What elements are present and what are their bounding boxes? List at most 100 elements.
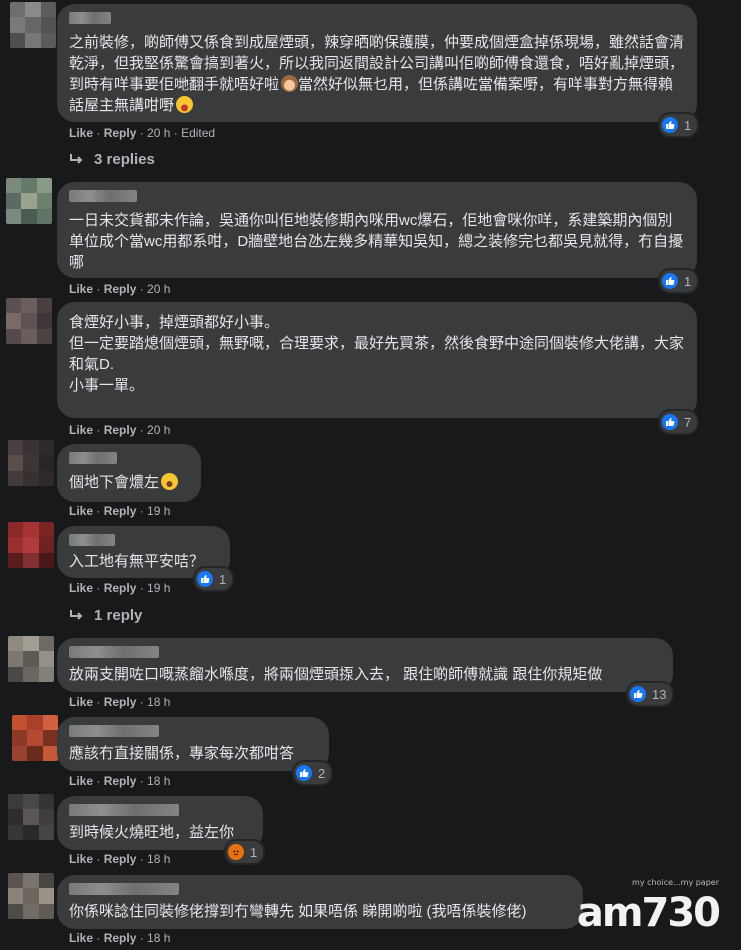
avatar[interactable] <box>8 794 54 840</box>
edited-label: Edited <box>181 126 216 140</box>
avatar[interactable] <box>6 298 52 344</box>
comment-text: 食煙好小事，掉煙頭都好小事。 但一定要踏熄個煙頭，無野嘅，合理要求，最好先買茶，… <box>69 314 685 394</box>
comment-actions: Like · Reply · 18 h <box>69 931 171 945</box>
replies-label: 3 replies <box>94 151 155 168</box>
author-name[interactable] <box>69 190 137 202</box>
reply-link[interactable]: Reply <box>104 504 137 518</box>
like-link[interactable]: Like <box>69 695 93 709</box>
timestamp[interactable]: 18 h <box>147 931 170 945</box>
view-replies-link[interactable]: 1 reply <box>70 607 142 624</box>
like-link[interactable]: Like <box>69 931 93 945</box>
reply-arrow-icon <box>70 609 83 620</box>
comment-text: 個地下會燶左 <box>69 472 189 493</box>
comment-bubble: 一日未交貨都未作論，吳通你叫佢地裝修期內咪用wc爆石，佢地會咪你咩，系建築期內個… <box>57 182 697 278</box>
reply-link[interactable]: Reply <box>104 774 137 788</box>
like-link[interactable]: Like <box>69 774 93 788</box>
comment-actions: Like · Reply · 18 h <box>69 695 171 709</box>
grin-emoji-icon <box>176 96 194 113</box>
like-link[interactable]: Like <box>69 423 93 437</box>
comment-text: 一日未交貨都未作論，吳通你叫佢地裝修期內咪用wc爆石，佢地會咪你咩，系建築期內個… <box>69 212 684 271</box>
angry-reaction-icon <box>228 844 244 860</box>
author-name[interactable] <box>69 804 179 816</box>
replies-label: 1 reply <box>94 607 143 624</box>
reaction-badge[interactable]: 7 <box>660 411 698 433</box>
comment-bubble: 放兩支開咗口嘅蒸餾水喺度，將兩個煙頭揼入去， 跟住啲師傅就識 跟住你規矩做 <box>57 638 673 692</box>
timestamp[interactable]: 20 h <box>147 423 170 437</box>
author-name[interactable] <box>69 452 117 464</box>
timestamp[interactable]: 18 h <box>147 852 170 866</box>
avatar[interactable] <box>12 715 58 761</box>
like-reaction-icon <box>662 117 678 133</box>
like-link[interactable]: Like <box>69 504 93 518</box>
like-reaction-icon <box>630 686 646 702</box>
reaction-badge[interactable]: 1 <box>195 568 233 590</box>
avatar[interactable] <box>10 2 56 48</box>
logo-brand: am730 <box>576 890 721 936</box>
comment-text: 到時候火燒旺地，益左你 <box>69 824 235 841</box>
reply-link[interactable]: Reply <box>104 931 137 945</box>
reaction-count: 1 <box>250 844 258 860</box>
comment-actions: Like · Reply · 20 h · Edited <box>69 126 216 140</box>
timestamp[interactable]: 20 h <box>147 126 170 140</box>
laugh-emoji-icon <box>161 473 179 490</box>
reply-link[interactable]: Reply <box>104 126 137 140</box>
comment-bubble: 應該冇直接關係，專家每次都咁答 <box>57 717 329 771</box>
reply-arrow-icon <box>70 153 83 164</box>
avatar[interactable] <box>6 178 52 224</box>
avatar[interactable] <box>8 873 54 919</box>
monkey-emoji-icon <box>281 75 299 92</box>
like-link[interactable]: Like <box>69 852 93 866</box>
timestamp[interactable]: 19 h <box>147 581 170 595</box>
reaction-badge[interactable]: 2 <box>294 762 332 784</box>
reply-link[interactable]: Reply <box>104 852 137 866</box>
comment-actions: Like · Reply · 19 h <box>69 504 171 518</box>
comment-text: 入工地有無平安咭？ <box>69 553 205 570</box>
comment-text: 之前裝修，啲師傅又係食到成屋煙頭，辣穿晒啲保護膜，仲要成個煙盒掉係現場，雖然話會… <box>69 34 685 114</box>
reaction-badge[interactable]: 1 <box>660 270 698 292</box>
comment-actions: Like · Reply · 20 h <box>69 282 171 296</box>
reply-link[interactable]: Reply <box>104 695 137 709</box>
author-name[interactable] <box>69 646 159 658</box>
comment-bubble: 之前裝修，啲師傅又係食到成屋煙頭，辣穿晒啲保護膜，仲要成個煙盒掉係現場，雖然話會… <box>57 4 697 122</box>
comment-bubble: 你係咪諗住同裝修佬撐到冇彎轉先 如果唔係 睇開啲啦 (我唔係裝修佬) <box>57 875 583 929</box>
view-replies-link[interactable]: 3 replies <box>70 151 155 168</box>
comment-text: 應該冇直接關係，專家每次都咁答 <box>69 745 295 762</box>
timestamp[interactable]: 18 h <box>147 695 170 709</box>
reaction-count: 7 <box>684 414 692 430</box>
reply-link[interactable]: Reply <box>104 282 137 296</box>
timestamp[interactable]: 20 h <box>147 282 170 296</box>
like-reaction-icon <box>662 273 678 289</box>
like-link[interactable]: Like <box>69 282 93 296</box>
author-name[interactable] <box>69 883 179 895</box>
author-name[interactable] <box>69 534 115 546</box>
like-reaction-icon <box>662 414 678 430</box>
comment-actions: Like · Reply · 19 h <box>69 581 171 595</box>
reaction-badge[interactable]: 1 <box>226 841 264 863</box>
reaction-count: 2 <box>318 765 326 781</box>
comment-actions: Like · Reply · 18 h <box>69 852 171 866</box>
comment-bubble: 食煙好小事，掉煙頭都好小事。 但一定要踏熄個煙頭，無野嘅，合理要求，最好先買茶，… <box>57 302 697 418</box>
comment-bubble: 個地下會燶左 <box>57 444 201 502</box>
reply-link[interactable]: Reply <box>104 581 137 595</box>
comment-text: 你係咪諗住同裝修佬撐到冇彎轉先 如果唔係 睇開啲啦 (我唔係裝修佬) <box>69 903 527 920</box>
logo-tagline: my choice...my paper <box>632 878 719 887</box>
author-name[interactable] <box>69 725 159 737</box>
comment-actions: Like · Reply · 20 h <box>69 423 171 437</box>
comment-actions: Like · Reply · 18 h <box>69 774 171 788</box>
like-reaction-icon <box>197 571 213 587</box>
like-link[interactable]: Like <box>69 581 93 595</box>
reaction-badge[interactable]: 1 <box>660 114 698 136</box>
avatar[interactable] <box>8 636 54 682</box>
timestamp[interactable]: 19 h <box>147 504 170 518</box>
am730-logo: my choice...my paper am730 <box>576 878 721 936</box>
comment-text: 放兩支開咗口嘅蒸餾水喺度，將兩個煙頭揼入去， 跟住啲師傅就識 跟住你規矩做 <box>69 666 603 683</box>
reaction-count: 1 <box>219 571 227 587</box>
like-link[interactable]: Like <box>69 126 93 140</box>
reaction-badge[interactable]: 13 <box>628 683 673 705</box>
timestamp[interactable]: 18 h <box>147 774 170 788</box>
reaction-count: 1 <box>684 273 692 289</box>
avatar[interactable] <box>8 522 54 568</box>
reply-link[interactable]: Reply <box>104 423 137 437</box>
avatar[interactable] <box>8 440 54 486</box>
author-name[interactable] <box>69 12 111 24</box>
